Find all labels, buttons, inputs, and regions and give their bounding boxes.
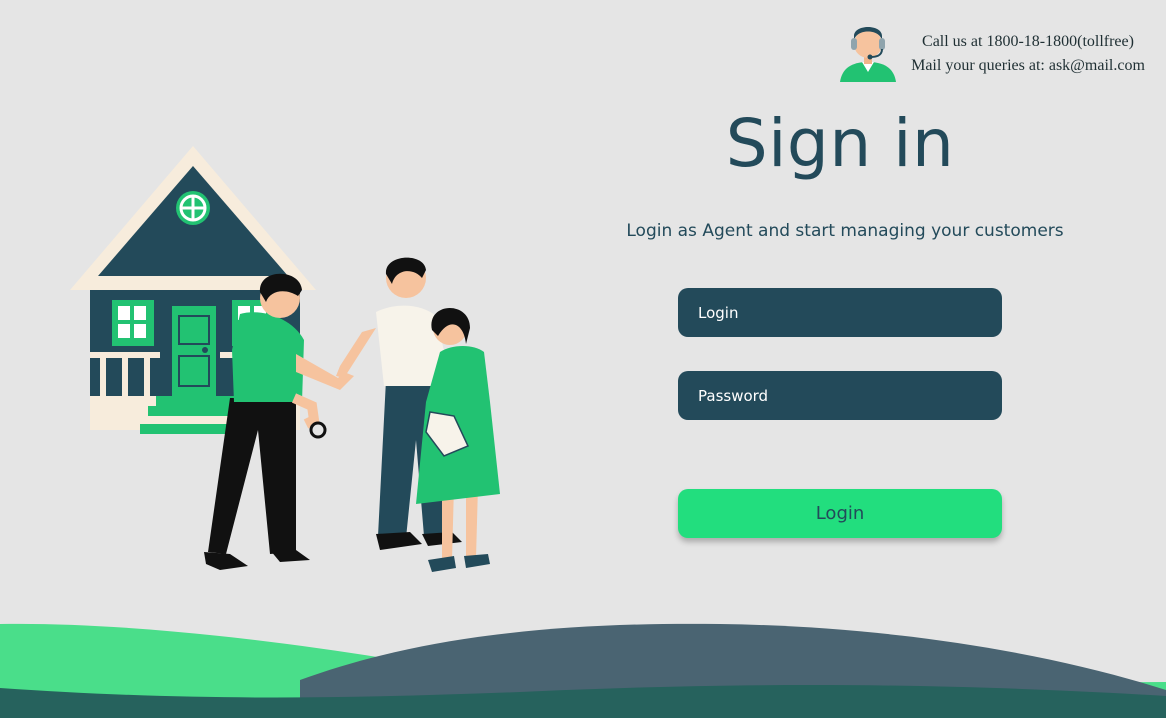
- support-text: Call us at 1800-18-1800(tollfree) Mail y…: [900, 30, 1156, 78]
- page-title: Sign in: [725, 105, 955, 182]
- decorative-waves: [0, 623, 1166, 718]
- password-field[interactable]: [678, 371, 1002, 420]
- support-mail-text: Mail your queries at: ask@mail.com: [911, 57, 1145, 74]
- support-agent-icon: [840, 27, 896, 82]
- password-input[interactable]: [698, 386, 1002, 405]
- login-input[interactable]: [698, 303, 1002, 322]
- page-subtitle: Login as Agent and start managing your c…: [626, 221, 1064, 241]
- support-phone-text: Call us at 1800-18-1800(tollfree): [922, 33, 1134, 50]
- login-button[interactable]: Login: [678, 489, 1002, 538]
- login-field[interactable]: [678, 288, 1002, 337]
- agent-couple-house-illustration: [70, 146, 500, 572]
- support-contact: Call us at 1800-18-1800(tollfree) Mail y…: [838, 20, 1158, 84]
